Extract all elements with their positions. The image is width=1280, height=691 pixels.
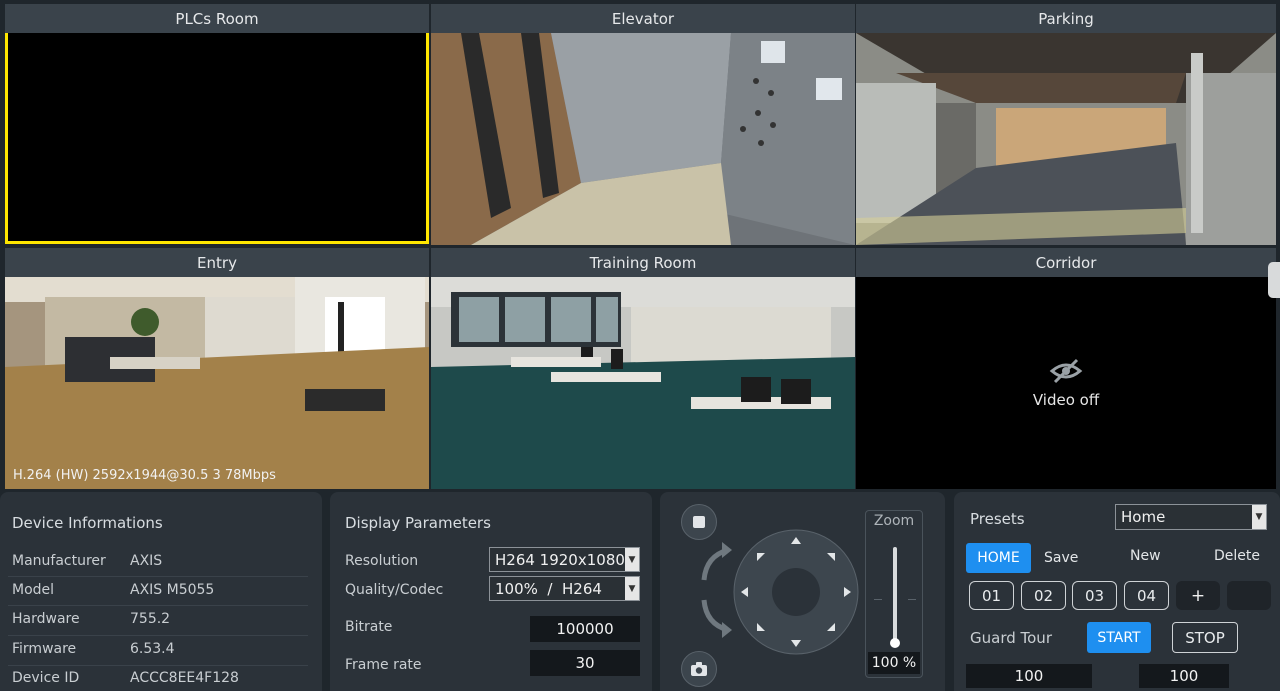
display-params-title: Display Parameters [345, 514, 491, 532]
hardware-label: Hardware [12, 611, 80, 627]
device-info-panel: Device Informations Manufacturer AXIS Mo… [0, 492, 322, 691]
add-preset-button[interactable]: + [1176, 581, 1220, 610]
model-value: AXIS M5055 [130, 582, 215, 598]
manufacturer-value: AXIS [130, 553, 163, 569]
new-preset-button[interactable]: New [1130, 548, 1161, 564]
firmware-label: Firmware [12, 641, 77, 657]
empty-slot-button[interactable] [1227, 581, 1271, 610]
device-info-title: Device Informations [12, 514, 163, 532]
row-divider [8, 576, 308, 577]
camera-feed [856, 33, 1276, 245]
preset-slot-04[interactable]: 04 [1124, 581, 1169, 610]
presets-title: Presets [970, 510, 1025, 528]
camera-feed [431, 33, 855, 245]
preset-slot-01[interactable]: 01 [969, 581, 1014, 610]
home-button[interactable]: HOME [966, 543, 1031, 573]
stop-video-button[interactable] [681, 504, 717, 540]
rotate-left-icon[interactable] [701, 542, 732, 581]
framerate-input[interactable]: 30 [530, 650, 640, 676]
camera-title: Entry [5, 248, 429, 277]
camera-tile-training-room[interactable]: Training Room [431, 248, 855, 489]
camera-feed [8, 33, 426, 241]
guard-tour-value-2[interactable]: 100 [1139, 664, 1229, 688]
row-divider [8, 605, 308, 606]
resolution-select[interactable]: H264 1920x1080 ▼ [489, 547, 640, 572]
stop-square-icon [693, 516, 705, 528]
chevron-down-icon: ▼ [1252, 505, 1266, 529]
camera-feed [431, 277, 855, 489]
hardware-value: 755.2 [130, 611, 171, 627]
zoom-label: Zoom [873, 513, 915, 529]
zoom-control: Zoom 100 % [865, 510, 923, 678]
bitrate-label: Bitrate [345, 619, 393, 635]
camera-tile-parking[interactable]: Parking [856, 4, 1276, 245]
camera-icon [691, 662, 707, 676]
guard-tour-start-button[interactable]: START [1087, 622, 1151, 653]
guard-tour-label: Guard Tour [970, 629, 1052, 647]
camera-title: Elevator [431, 4, 855, 33]
bitrate-input[interactable]: 100000 [530, 616, 640, 642]
camera-title: Parking [856, 4, 1276, 33]
save-preset-button[interactable]: Save [1044, 550, 1078, 566]
manufacturer-label: Manufacturer [12, 553, 106, 569]
video-off-label: Video off [1032, 391, 1100, 409]
camera-title: Corridor [856, 248, 1276, 277]
firmware-value: 6.53.4 [130, 641, 175, 657]
resolution-label: Resolution [345, 553, 419, 569]
chevron-down-icon: ▼ [625, 548, 639, 571]
camera-tile-entry[interactable]: Entry H.264 (HW) 2592x1944@30.5 3 78Mbps [5, 248, 429, 489]
preset-slot-02[interactable]: 02 [1021, 581, 1066, 610]
camera-title: PLCs Room [5, 4, 429, 33]
video-off-icon [1049, 358, 1083, 384]
display-params-panel: Display Parameters Resolution H264 1920x… [330, 492, 652, 691]
chevron-down-icon: ▼ [625, 577, 639, 600]
stream-info-overlay: H.264 (HW) 2592x1944@30.5 3 78Mbps [13, 468, 276, 483]
camera-tile-plcs-room[interactable]: PLCs Room [5, 4, 429, 244]
camera-feed: H.264 (HW) 2592x1944@30.5 3 78Mbps [5, 277, 429, 489]
camera-feed: Video off [856, 277, 1276, 489]
device-id-value: ACCC8EE4F128 [130, 670, 239, 686]
camera-title: Training Room [431, 248, 855, 277]
tick-mark [874, 599, 882, 600]
ptz-panel: Zoom 100 % [660, 492, 945, 691]
camera-tile-corridor[interactable]: Corridor Video off [856, 248, 1276, 489]
delete-preset-button[interactable]: Delete [1214, 548, 1260, 564]
preset-select[interactable]: Home ▼ [1115, 504, 1267, 530]
row-divider [8, 665, 308, 666]
resolution-value: H264 1920x1080 [495, 550, 625, 569]
quality-label: Quality/Codec [345, 582, 444, 598]
zoom-slider-handle[interactable] [890, 638, 900, 648]
rotate-arrows [701, 542, 732, 638]
rotate-right-icon[interactable] [701, 599, 732, 638]
model-label: Model [12, 582, 55, 598]
side-panel-handle[interactable] [1268, 262, 1280, 298]
framerate-label: Frame rate [345, 657, 422, 673]
guard-tour-value-1[interactable]: 100 [966, 664, 1092, 688]
tick-mark [908, 599, 916, 600]
guard-tour-stop-button[interactable]: STOP [1172, 622, 1238, 653]
preset-slot-03[interactable]: 03 [1072, 581, 1117, 610]
ptz-joystick[interactable] [733, 529, 859, 655]
preset-selected-value: Home [1121, 508, 1166, 526]
quality-select[interactable]: 100% / H264 ▼ [489, 576, 640, 601]
snapshot-button[interactable] [681, 651, 717, 687]
camera-tile-elevator[interactable]: Elevator [431, 4, 855, 245]
device-id-label: Device ID [12, 670, 80, 686]
zoom-slider-track[interactable] [893, 547, 897, 643]
row-divider [8, 635, 308, 636]
presets-panel: Presets Home ▼ HOME Save New Delete 01 0… [954, 492, 1280, 691]
quality-value: 100% / H264 [495, 579, 602, 598]
zoom-value: 100 % [868, 652, 920, 674]
